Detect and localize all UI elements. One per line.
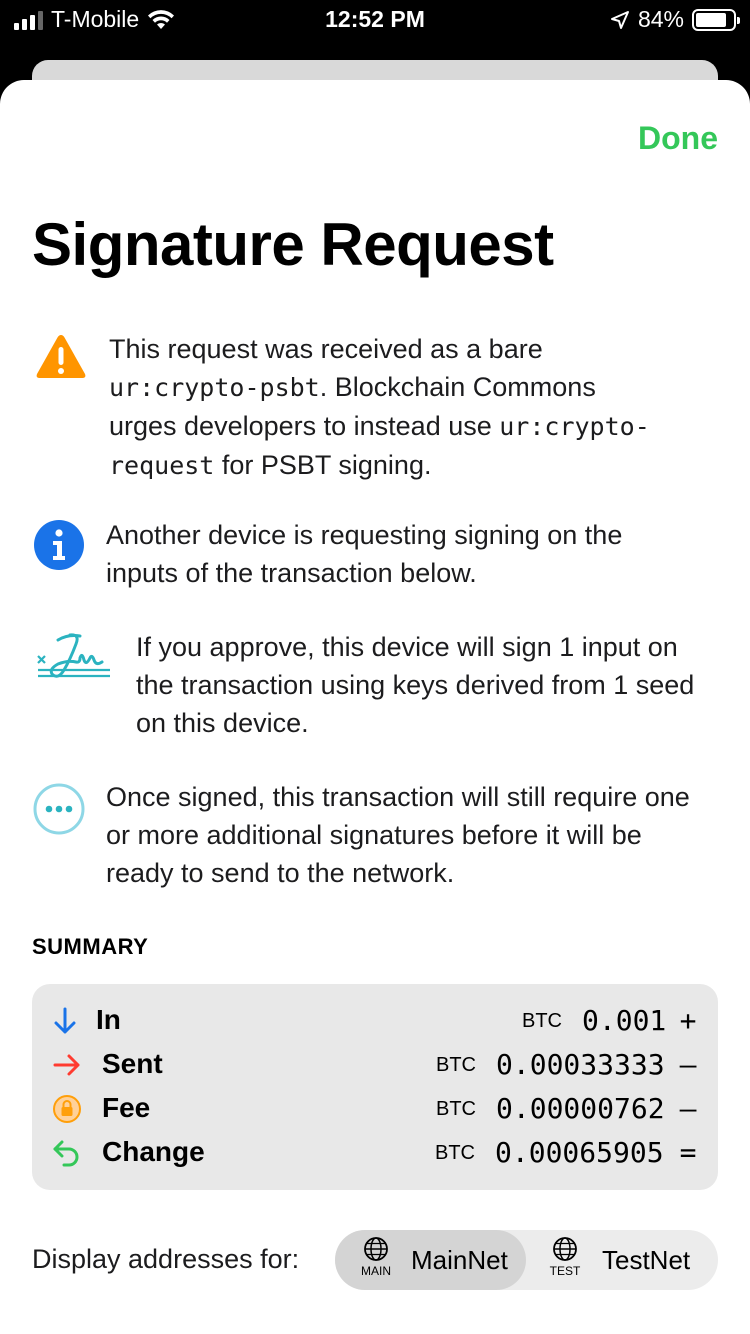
summary-amount-in: 0.001 bbox=[582, 1004, 667, 1037]
warning-line-4-rest: for PSBT signing. bbox=[214, 450, 432, 480]
summary-heading: SUMMARY bbox=[32, 934, 149, 959]
summary-label-fee: Fee bbox=[102, 1092, 151, 1123]
warning-text: This request was received as a bare ur:c… bbox=[109, 330, 650, 485]
summary-symbol-fee: – bbox=[679, 1092, 697, 1125]
status-bar: T-Mobile 12:52 PM 84% bbox=[0, 0, 750, 44]
display-addresses-row: Display addresses for: MAIN MainNet TEST… bbox=[32, 1230, 718, 1290]
done-button[interactable]: Done bbox=[638, 120, 718, 157]
summary-row-in: In BTC 0.001 + bbox=[32, 1000, 718, 1044]
location-arrow-icon bbox=[610, 10, 629, 29]
summary-label-in: In bbox=[96, 1004, 121, 1035]
battery-icon bbox=[692, 8, 740, 31]
segment-mainnet-tiny: MAIN bbox=[361, 1264, 391, 1278]
battery-percent: 84% bbox=[637, 6, 684, 32]
warning-line-3: urges developers to instead use ur:crypt… bbox=[109, 407, 650, 446]
summary-unit-fee: BTC bbox=[436, 1098, 476, 1120]
signature-text: If you approve, this device will sign 1 … bbox=[136, 632, 695, 738]
network-segmented-control: MAIN MainNet TEST TestNet bbox=[335, 1230, 718, 1290]
display-addresses-label: Display addresses for: bbox=[32, 1244, 300, 1274]
warning-line-3-text: urges developers to instead use bbox=[109, 411, 500, 441]
additional-signatures-text: Once signed, this transaction will still… bbox=[106, 782, 690, 888]
segment-mainnet[interactable]: MAIN MainNet bbox=[335, 1230, 526, 1290]
code-crypto-request-part2: request bbox=[109, 451, 215, 480]
arrow-down-icon bbox=[54, 1007, 76, 1034]
info-text: Another device is requesting signing on … bbox=[106, 520, 623, 588]
info-icon bbox=[34, 520, 84, 570]
summary-row-sent: Sent BTC 0.00033333 – bbox=[32, 1044, 718, 1088]
summary-unit-change: BTC bbox=[435, 1142, 475, 1164]
summary-amount-fee: 0.00000762 bbox=[496, 1092, 665, 1125]
warning-line-1: This request was received as a bare bbox=[109, 334, 543, 364]
code-crypto-psbt: ur:crypto-psbt bbox=[109, 373, 320, 402]
warning-line-4: request for PSBT signing. bbox=[109, 446, 650, 485]
summary-row-fee: Fee BTC 0.00000762 – bbox=[32, 1088, 718, 1132]
summary-card: In BTC 0.001 + Sent BTC 0.00033333 – Fee… bbox=[32, 984, 718, 1190]
summary-unit-sent: BTC bbox=[436, 1054, 476, 1076]
segment-mainnet-label: MainNet bbox=[411, 1245, 508, 1275]
summary-amount-change: 0.00065905 bbox=[495, 1136, 664, 1169]
additional-signatures-message: Once signed, this transaction will still… bbox=[32, 778, 722, 892]
info-message: Another device is requesting signing on … bbox=[32, 516, 722, 592]
summary-symbol-change: = bbox=[679, 1136, 697, 1169]
return-arrow-icon bbox=[53, 1140, 79, 1167]
warning-line-2: ur:crypto-psbt. Blockchain Commons bbox=[109, 368, 650, 407]
lock-icon bbox=[53, 1095, 81, 1123]
summary-label-sent: Sent bbox=[102, 1048, 163, 1079]
summary-amount-sent: 0.00033333 bbox=[496, 1048, 665, 1081]
segment-testnet[interactable]: TEST TestNet bbox=[526, 1230, 717, 1290]
summary-symbol-sent: – bbox=[679, 1048, 697, 1081]
summary-symbol-in: + bbox=[679, 1004, 697, 1037]
warning-line-2-rest: . Blockchain Commons bbox=[319, 372, 596, 402]
segment-testnet-label: TestNet bbox=[602, 1245, 691, 1275]
arrow-right-icon bbox=[53, 1054, 80, 1076]
globe-icon bbox=[364, 1237, 388, 1261]
status-right-group: 84% bbox=[610, 6, 740, 33]
signature-message: If you approve, this device will sign 1 … bbox=[32, 628, 722, 742]
signature-icon bbox=[37, 633, 110, 678]
globe-icon bbox=[553, 1237, 577, 1261]
page-title: Signature Request bbox=[32, 211, 554, 278]
summary-row-change: Change BTC 0.00065905 = bbox=[32, 1132, 718, 1176]
summary-unit-in: BTC bbox=[522, 1010, 562, 1032]
signature-request-sheet: Done Signature Request This request was … bbox=[0, 80, 750, 1334]
segment-testnet-tiny: TEST bbox=[549, 1264, 581, 1278]
ellipsis-icon bbox=[33, 783, 85, 835]
summary-label-change: Change bbox=[102, 1136, 205, 1167]
warning-message: This request was received as a bare ur:c… bbox=[32, 330, 722, 485]
code-crypto-request-part1: ur:crypto- bbox=[499, 412, 650, 441]
warning-icon bbox=[36, 335, 86, 378]
